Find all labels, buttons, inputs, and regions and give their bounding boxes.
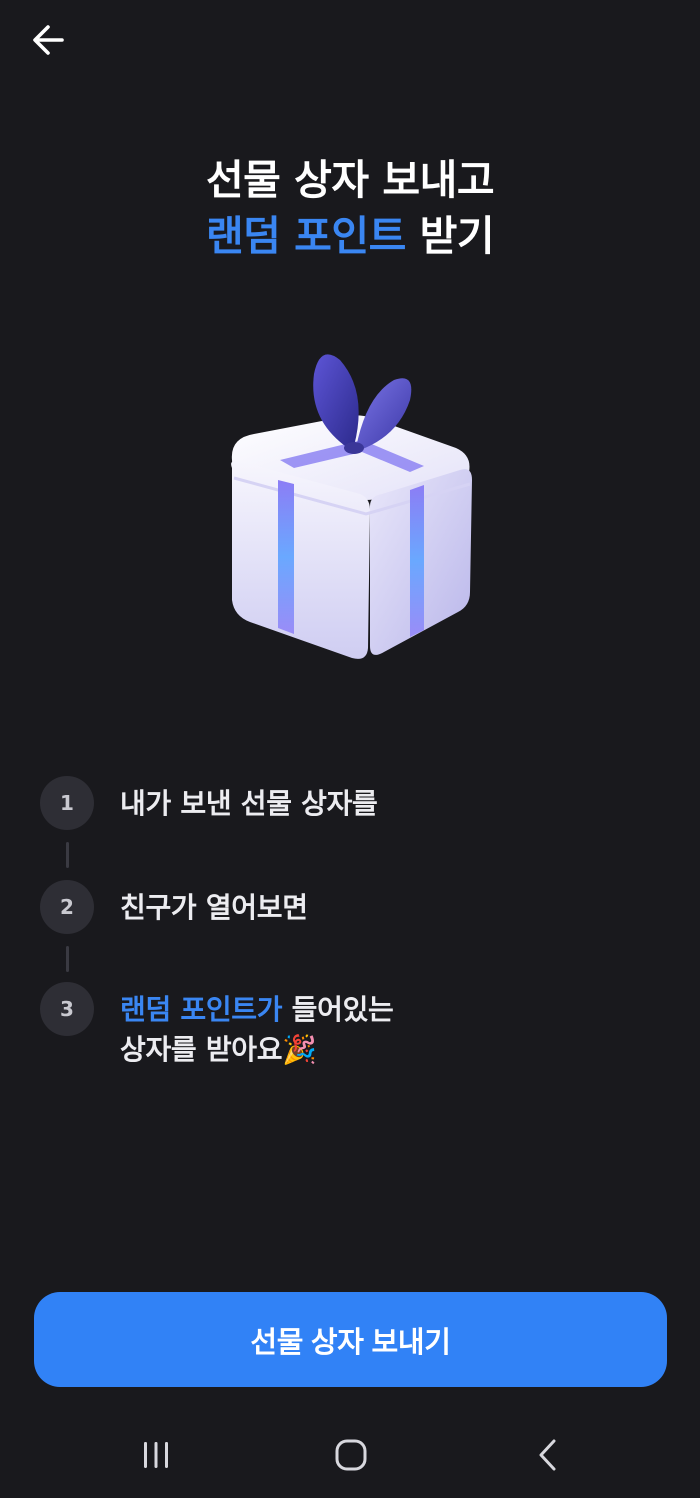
home-button[interactable] — [321, 1430, 381, 1480]
step-connector — [66, 946, 69, 972]
step-text: 내가 보낸 선물 상자를 — [120, 787, 378, 820]
page-title: 선물 상자 보내고 랜덤 포인트 받기 — [0, 152, 700, 264]
party-popper-icon: 🎉 — [282, 1033, 317, 1066]
step-number: 3 — [40, 982, 94, 1036]
step-number: 1 — [40, 776, 94, 830]
title-line-1: 선물 상자 보내고 — [205, 156, 495, 204]
system-nav-bar — [0, 1408, 700, 1498]
step-text: 친구가 열어보면 — [120, 891, 308, 924]
recent-apps-icon — [144, 1442, 168, 1468]
nav-back-button[interactable] — [518, 1430, 578, 1480]
nav-back-icon — [539, 1439, 556, 1471]
title-accent: 랜덤 포인트 — [205, 212, 406, 260]
step-connector — [66, 842, 69, 868]
step-accent-text: 랜덤 포인트가 — [120, 993, 283, 1026]
step-number: 2 — [40, 880, 94, 934]
arrow-left-icon — [33, 25, 64, 55]
screen: 선물 상자 보내고 랜덤 포인트 받기 1 내가 보낸 선물 상자를 2 친구가… — [0, 0, 700, 1498]
send-gift-box-button[interactable]: 선물 상자 보내기 — [34, 1292, 667, 1387]
step-text-after: 들어있는 — [282, 993, 394, 1026]
gift-box-illustration — [170, 330, 530, 690]
recent-apps-button[interactable] — [126, 1430, 186, 1480]
home-icon — [335, 1439, 367, 1471]
gift-box-icon — [231, 354, 472, 659]
back-button[interactable] — [22, 14, 74, 66]
title-rest: 받기 — [405, 212, 495, 260]
step-text: 랜덤 포인트가 들어있는 상자를 받아요🎉 — [120, 990, 394, 1070]
step-text-line2: 상자를 받아요 — [120, 1033, 283, 1066]
title-line-2: 랜덤 포인트 받기 — [0, 208, 700, 264]
